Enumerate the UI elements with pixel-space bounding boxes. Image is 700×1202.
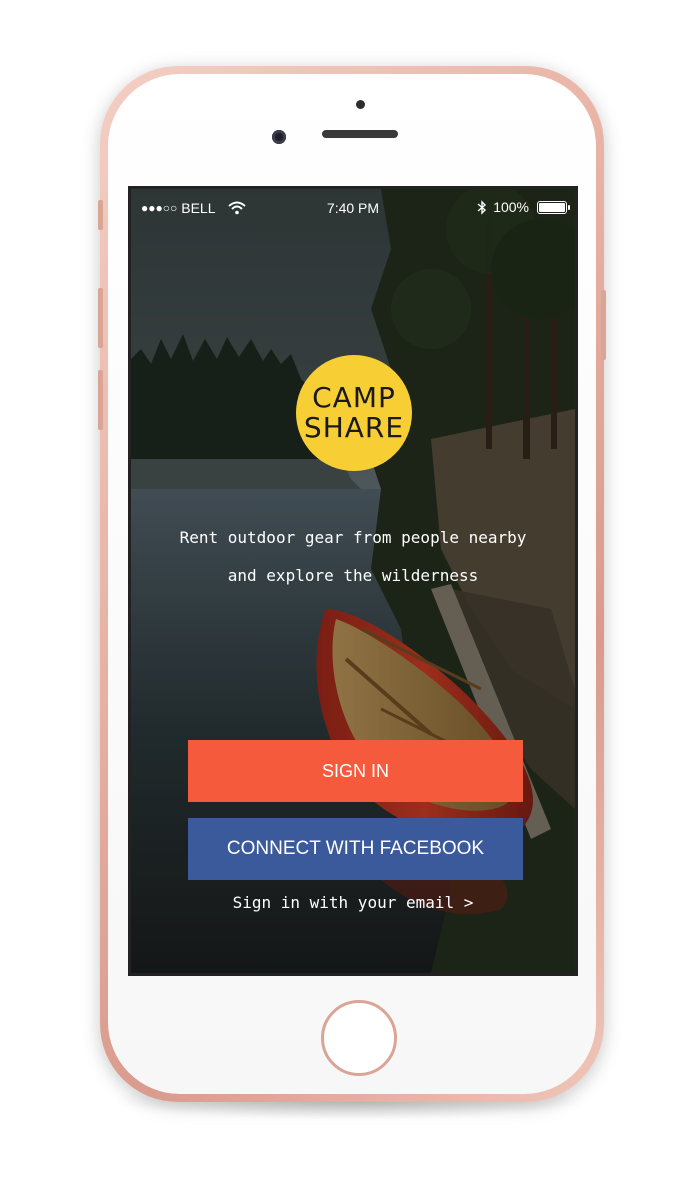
battery-icon xyxy=(537,200,570,214)
sign-in-button[interactable]: SIGN IN xyxy=(188,740,523,802)
logo-line-2: SHARE xyxy=(303,411,405,444)
front-camera-icon xyxy=(272,130,286,144)
phone-screen: ●●●○○ BELL 7:40 PM 100% CAMP SHARE Rent … xyxy=(128,186,578,976)
tagline-line-2: and explore the wilderness xyxy=(227,566,479,585)
status-bar: ●●●○○ BELL 7:40 PM 100% xyxy=(131,189,575,227)
tagline: Rent outdoor gear from people nearby and… xyxy=(131,519,575,595)
battery-info: 100% xyxy=(477,199,570,215)
bluetooth-icon xyxy=(477,199,487,215)
mute-switch[interactable] xyxy=(98,200,103,230)
logo-line-1: CAMP xyxy=(312,381,396,414)
email-sign-in-link[interactable]: Sign in with your email > xyxy=(131,893,575,912)
home-button[interactable] xyxy=(321,1000,397,1076)
power-button[interactable] xyxy=(601,290,606,360)
earpiece-speaker xyxy=(322,130,398,138)
campshare-logo: CAMP SHARE xyxy=(296,355,412,471)
volume-down-button[interactable] xyxy=(98,370,103,430)
connect-facebook-button[interactable]: CONNECT WITH FACEBOOK xyxy=(188,818,523,880)
battery-percent: 100% xyxy=(493,199,529,215)
volume-up-button[interactable] xyxy=(98,288,103,348)
proximity-sensor xyxy=(356,100,365,109)
tagline-line-1: Rent outdoor gear from people nearby xyxy=(179,528,527,547)
